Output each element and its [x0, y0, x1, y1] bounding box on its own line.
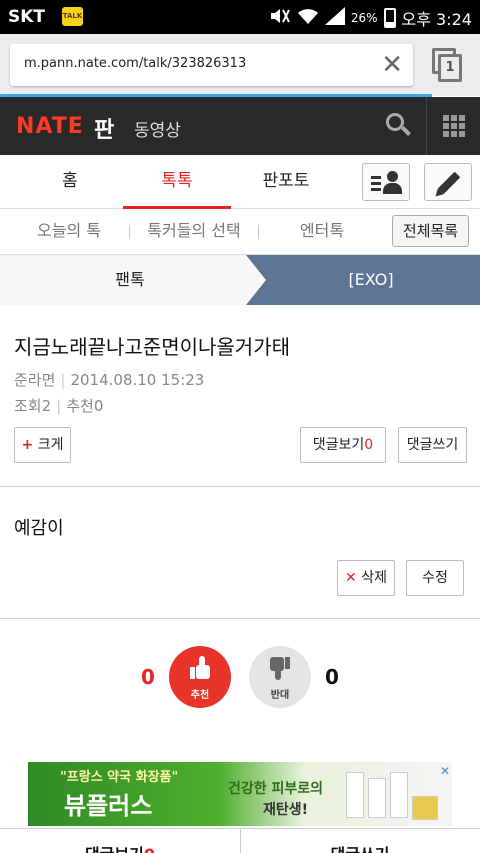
close-icon[interactable]: ✕: [381, 50, 403, 80]
clock: 오후 3:24: [401, 10, 472, 29]
sub-tabs: 오늘의 톡 톡커들의 선택 엔터톡 전체목록: [0, 209, 480, 255]
kakaotalk-icon: TALK: [62, 7, 83, 26]
font-size-label: 크게: [37, 437, 64, 453]
plus-icon: +: [21, 437, 34, 453]
subtab-entertalk[interactable]: 엔터톡: [268, 209, 376, 253]
battery-icon: [383, 8, 396, 28]
subtab-today[interactable]: 오늘의 톡: [14, 209, 124, 253]
font-size-button[interactable]: + 크게: [14, 427, 71, 463]
delete-button[interactable]: ✕ 삭제: [337, 560, 395, 596]
video-link[interactable]: 동영상: [134, 116, 181, 141]
bottom-comment-count: 0: [144, 845, 155, 853]
address-bar[interactable]: m.pann.nate.com/talk/323826313 ✕: [10, 44, 413, 86]
ad-line2: 뷰플러스: [64, 792, 153, 820]
main-tabs: 홈 톡톡 판포토: [0, 155, 480, 209]
post-author-date: 준라면 | 2014.08.10 15:23: [14, 371, 205, 389]
ad-line4: 재탄생!: [263, 802, 309, 818]
comment-count: 0: [364, 437, 374, 453]
edit-button[interactable]: 수정: [406, 560, 464, 596]
product-image: [390, 772, 408, 818]
ad-banner[interactable]: "프랑스 약국 화장품" 뷰플러스 건강한 피부로의 재탄생! ✕: [28, 762, 452, 826]
downvote-count: 0: [325, 665, 339, 689]
tab-toktok[interactable]: 톡톡: [123, 155, 231, 209]
view-comments-label: 댓글보기: [312, 437, 365, 453]
ad-line1: "프랑스 약국 화장품": [60, 770, 179, 785]
tab-panphoto[interactable]: 판포토: [240, 155, 332, 209]
post-datetime: 2014.08.10 15:23: [70, 371, 205, 389]
upvote-button[interactable]: 추천: [169, 646, 231, 708]
thumbs-up-icon: [190, 656, 210, 680]
status-bar: SKT TALK 26% 오후 3:24: [0, 0, 480, 34]
battery-percent: 26%: [350, 11, 378, 25]
bottom-bar: 댓글보기0 댓글쓰기: [0, 828, 480, 853]
list-lines-icon: [371, 176, 381, 194]
nate-logo[interactable]: NATE: [16, 114, 84, 139]
divider: [0, 486, 480, 487]
url-text[interactable]: m.pann.nate.com/talk/323826313: [24, 56, 246, 71]
downvote-label: 반대: [270, 690, 290, 701]
post-body: 예감이: [14, 518, 64, 539]
bottom-view-comments-label: 댓글보기: [85, 845, 144, 853]
divider: [0, 618, 480, 619]
delete-label: 삭제: [361, 570, 387, 586]
site-header: NATE 판 동영상: [0, 97, 480, 155]
write-comment-button[interactable]: 댓글쓰기: [398, 427, 467, 463]
breadcrumb-exo[interactable]: [EXO]: [262, 255, 480, 305]
view-comments-button[interactable]: 댓글보기0: [300, 427, 386, 463]
ad-close-icon[interactable]: ✕: [440, 764, 450, 778]
thumbs-down-icon: [270, 656, 290, 680]
post-views: 조회2: [14, 397, 52, 415]
bottom-write-comment-button[interactable]: 댓글쓰기: [240, 841, 480, 853]
subtab-talkers-choice[interactable]: 톡커들의 선택: [136, 209, 252, 253]
upvote-label: 추천: [190, 690, 210, 701]
header-divider: [426, 97, 427, 155]
tab-count: 1: [438, 54, 462, 82]
wifi-icon: [297, 7, 319, 29]
write-post-button[interactable]: [424, 163, 472, 201]
all-list-button[interactable]: 전체목록: [392, 215, 469, 247]
person-icon: [387, 171, 398, 182]
search-icon[interactable]: [386, 113, 412, 139]
delete-x-icon: ✕: [345, 570, 357, 586]
tab-home[interactable]: 홈: [24, 155, 116, 209]
browser-toolbar: m.pann.nate.com/talk/323826313 ✕ 1: [0, 34, 480, 96]
ad-line3: 건강한 피부로의: [228, 781, 324, 797]
pann-logo[interactable]: 판: [94, 112, 114, 144]
my-profile-button[interactable]: [362, 163, 410, 201]
product-image: [412, 796, 438, 820]
status-icons: 26% 오후 3:24: [269, 6, 472, 30]
bottom-view-comments-button[interactable]: 댓글보기0: [0, 841, 240, 853]
pencil-icon: [437, 171, 461, 195]
post-likes: 추천0: [66, 397, 104, 415]
breadcrumb: 팬톡 [EXO]: [0, 255, 480, 305]
product-image: [368, 778, 386, 818]
post-author: 준라면: [14, 371, 56, 389]
tabs-button[interactable]: 1: [432, 48, 462, 82]
carrier-label: SKT: [8, 7, 46, 27]
menu-grid-icon[interactable]: [443, 115, 465, 137]
breadcrumb-fantalk[interactable]: 팬톡: [0, 255, 260, 305]
mute-icon: [269, 6, 291, 30]
upvote-count: 0: [141, 665, 155, 689]
signal-icon: [324, 7, 345, 29]
post-title: 지금노래끝나고준면이나올거가태: [14, 335, 290, 359]
product-image: [346, 772, 364, 818]
post-stats: 조회2 | 추천0: [14, 397, 104, 415]
downvote-button[interactable]: 반대: [249, 646, 311, 708]
